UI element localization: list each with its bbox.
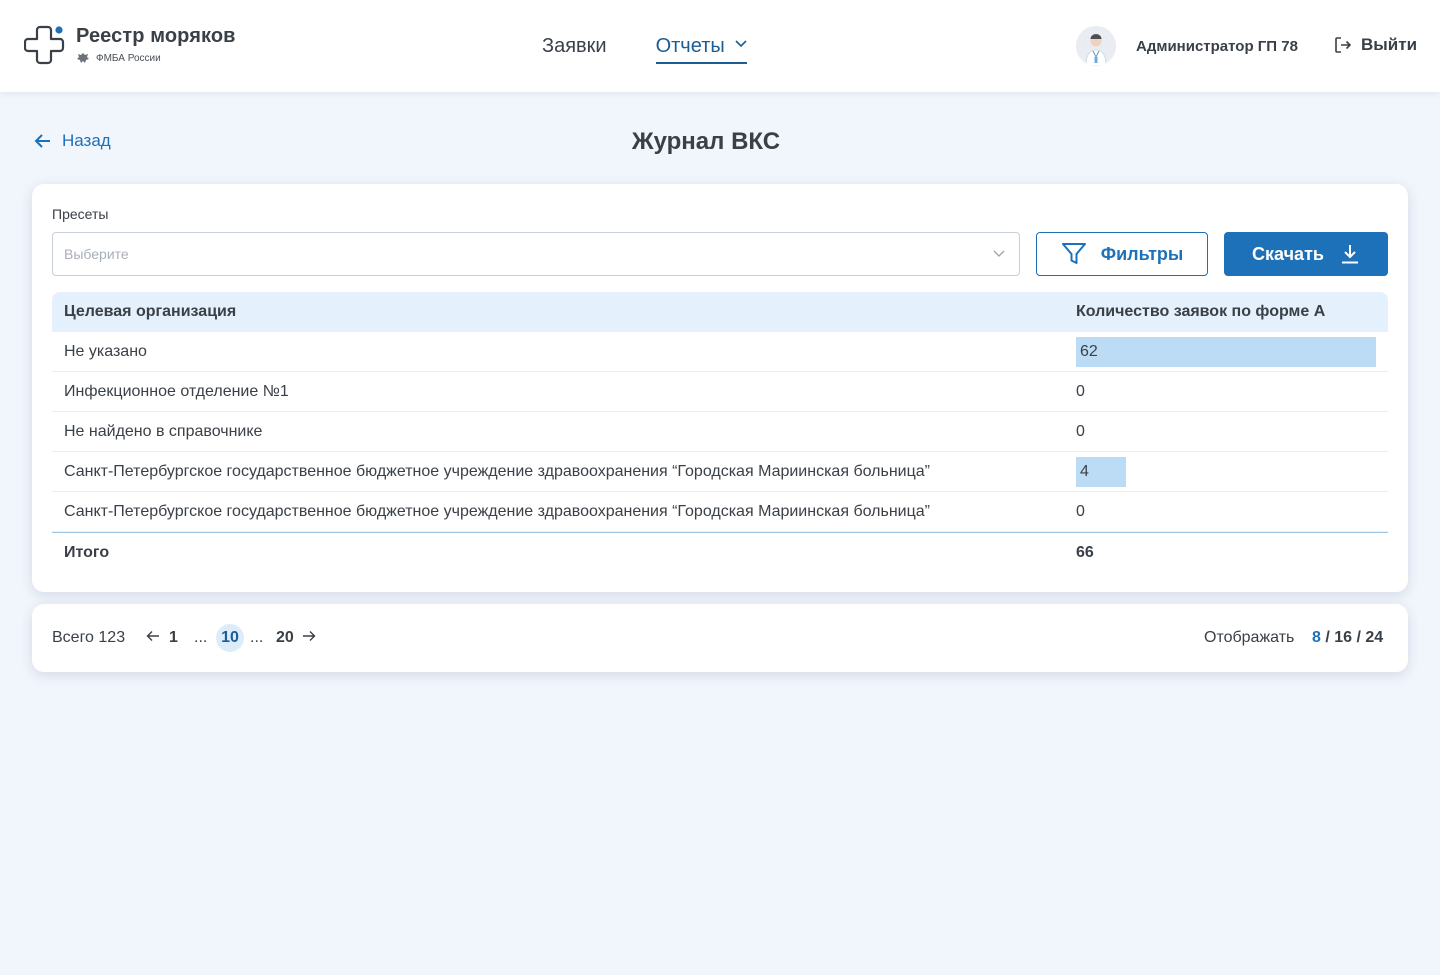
row-organization: Инфекционное отделение №1 bbox=[64, 383, 289, 400]
row-count: 0 bbox=[1076, 383, 1085, 400]
page-size-24[interactable]: 24 bbox=[1365, 629, 1383, 646]
row-count: 4 bbox=[1080, 463, 1089, 480]
page-size-separator: / bbox=[1325, 629, 1335, 646]
table-row[interactable]: Инфекционное отделение №1 0 bbox=[52, 372, 1388, 412]
nav-item-requests[interactable]: Заявки bbox=[542, 32, 607, 64]
page-size-8[interactable]: 8 bbox=[1312, 629, 1321, 646]
report-card: Пресеты Выберите Фильтры Скачать Целевая… bbox=[32, 184, 1408, 592]
nav-item-reports-label: Отчеты bbox=[655, 35, 725, 57]
page-size-options: 8 / 16 / 24 bbox=[1312, 629, 1383, 647]
arrow-right-icon[interactable] bbox=[302, 630, 316, 642]
row-count: 62 bbox=[1080, 343, 1098, 360]
row-organization: Санкт-Петербургское государственное бюдж… bbox=[64, 463, 930, 480]
logout-icon bbox=[1335, 37, 1352, 53]
table-row[interactable]: Не указано 62 bbox=[52, 332, 1388, 372]
download-icon bbox=[1341, 245, 1358, 264]
filters-button[interactable]: Фильтры bbox=[1036, 232, 1208, 276]
column-header-count[interactable]: Количество заявок по форме А bbox=[1076, 303, 1325, 321]
report-table: Целевая организация Количество заявок по… bbox=[52, 292, 1388, 572]
logo-title: Реестр моряков bbox=[76, 25, 236, 47]
page-size-16[interactable]: 16 bbox=[1334, 629, 1352, 646]
page-size-label: Отображать bbox=[1204, 629, 1295, 646]
table-row[interactable]: Санкт-Петербургское государственное бюдж… bbox=[52, 492, 1388, 532]
logo-subtitle: ФМБА России bbox=[96, 52, 161, 64]
column-header-organization[interactable]: Целевая организация bbox=[64, 303, 236, 321]
total-records: Всего 123 bbox=[52, 629, 126, 646]
page-ellipsis: ... bbox=[250, 629, 264, 646]
download-button[interactable]: Скачать bbox=[1224, 232, 1388, 276]
count-bar bbox=[1076, 337, 1376, 367]
page-first[interactable]: 1 bbox=[169, 629, 178, 647]
page-ellipsis: ... bbox=[194, 629, 208, 646]
chevron-down-icon bbox=[735, 40, 747, 48]
user-name: Администратор ГП 78 bbox=[1136, 37, 1298, 55]
row-organization: Не найдено в справочнике bbox=[64, 423, 263, 440]
avatar bbox=[1076, 26, 1116, 66]
table-row[interactable]: Санкт-Петербургское государственное бюдж… bbox=[52, 452, 1388, 492]
page-title: Журнал ВКС bbox=[631, 128, 781, 155]
presets-select[interactable]: Выберите bbox=[52, 232, 1020, 276]
presets-label: Пресеты bbox=[52, 206, 109, 222]
row-organization: Не указано bbox=[64, 343, 147, 360]
row-count: 0 bbox=[1076, 423, 1085, 440]
funnel-icon bbox=[1061, 243, 1086, 264]
pagination-bar: Всего 123 1 ... 10 ... 20 Отображать 8 /… bbox=[32, 604, 1408, 672]
emblem-icon bbox=[77, 53, 89, 63]
arrow-left-icon[interactable] bbox=[146, 630, 160, 642]
row-count: 0 bbox=[1076, 503, 1085, 520]
filters-button-label: Фильтры bbox=[1100, 243, 1184, 264]
nav-item-reports[interactable]: Отчеты bbox=[655, 32, 747, 64]
logo[interactable]: Реестр моряков ФМБА России bbox=[24, 24, 236, 66]
presets-placeholder: Выберите bbox=[64, 246, 129, 262]
doctor-avatar-icon bbox=[1076, 26, 1116, 66]
main-nav: Заявки Отчеты bbox=[542, 32, 747, 64]
top-header: Реестр моряков ФМБА России Заявки Отчеты bbox=[0, 0, 1440, 92]
user-profile[interactable]: Администратор ГП 78 bbox=[1076, 26, 1298, 66]
page-last[interactable]: 20 bbox=[276, 629, 294, 647]
table-body: Не указано 62 Инфекционное отделение №1 0 Не… bbox=[52, 332, 1388, 532]
logout-button[interactable]: Выйти bbox=[1334, 35, 1417, 55]
download-button-label: Скачать bbox=[1252, 243, 1324, 264]
table-header: Целевая организация Количество заявок по… bbox=[52, 292, 1388, 332]
table-total-row: Итого 66 bbox=[52, 532, 1388, 572]
page-current[interactable]: 10 bbox=[216, 624, 244, 652]
table-row[interactable]: Не найдено в справочнике 0 bbox=[52, 412, 1388, 452]
logo-cross-icon bbox=[24, 25, 65, 65]
chevron-down-icon bbox=[993, 250, 1005, 257]
total-value: 66 bbox=[1076, 544, 1094, 561]
logout-label: Выйти bbox=[1361, 35, 1418, 54]
total-label: Итого bbox=[64, 544, 110, 561]
row-organization: Санкт-Петербургское государственное бюдж… bbox=[64, 503, 930, 520]
